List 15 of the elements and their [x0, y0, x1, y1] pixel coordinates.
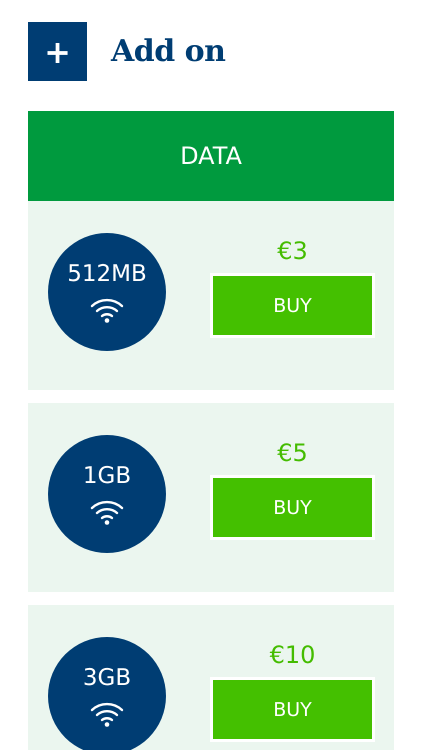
wifi-icon	[90, 296, 124, 322]
page-title: Add on	[111, 34, 226, 69]
data-amount: 512MB	[67, 260, 147, 286]
data-amount: 1GB	[82, 462, 132, 488]
price: €5	[277, 439, 308, 467]
price: €10	[270, 641, 316, 669]
wifi-icon	[90, 700, 124, 726]
add-on-icon: +	[28, 22, 87, 81]
category-header: DATA	[28, 111, 394, 201]
buy-button[interactable]: BUY	[210, 273, 375, 338]
buy-button[interactable]: BUY	[210, 475, 375, 540]
buy-button[interactable]: BUY	[210, 677, 375, 742]
price: €3	[277, 237, 308, 265]
data-amount: 3GB	[82, 664, 132, 690]
wifi-icon	[90, 498, 124, 524]
